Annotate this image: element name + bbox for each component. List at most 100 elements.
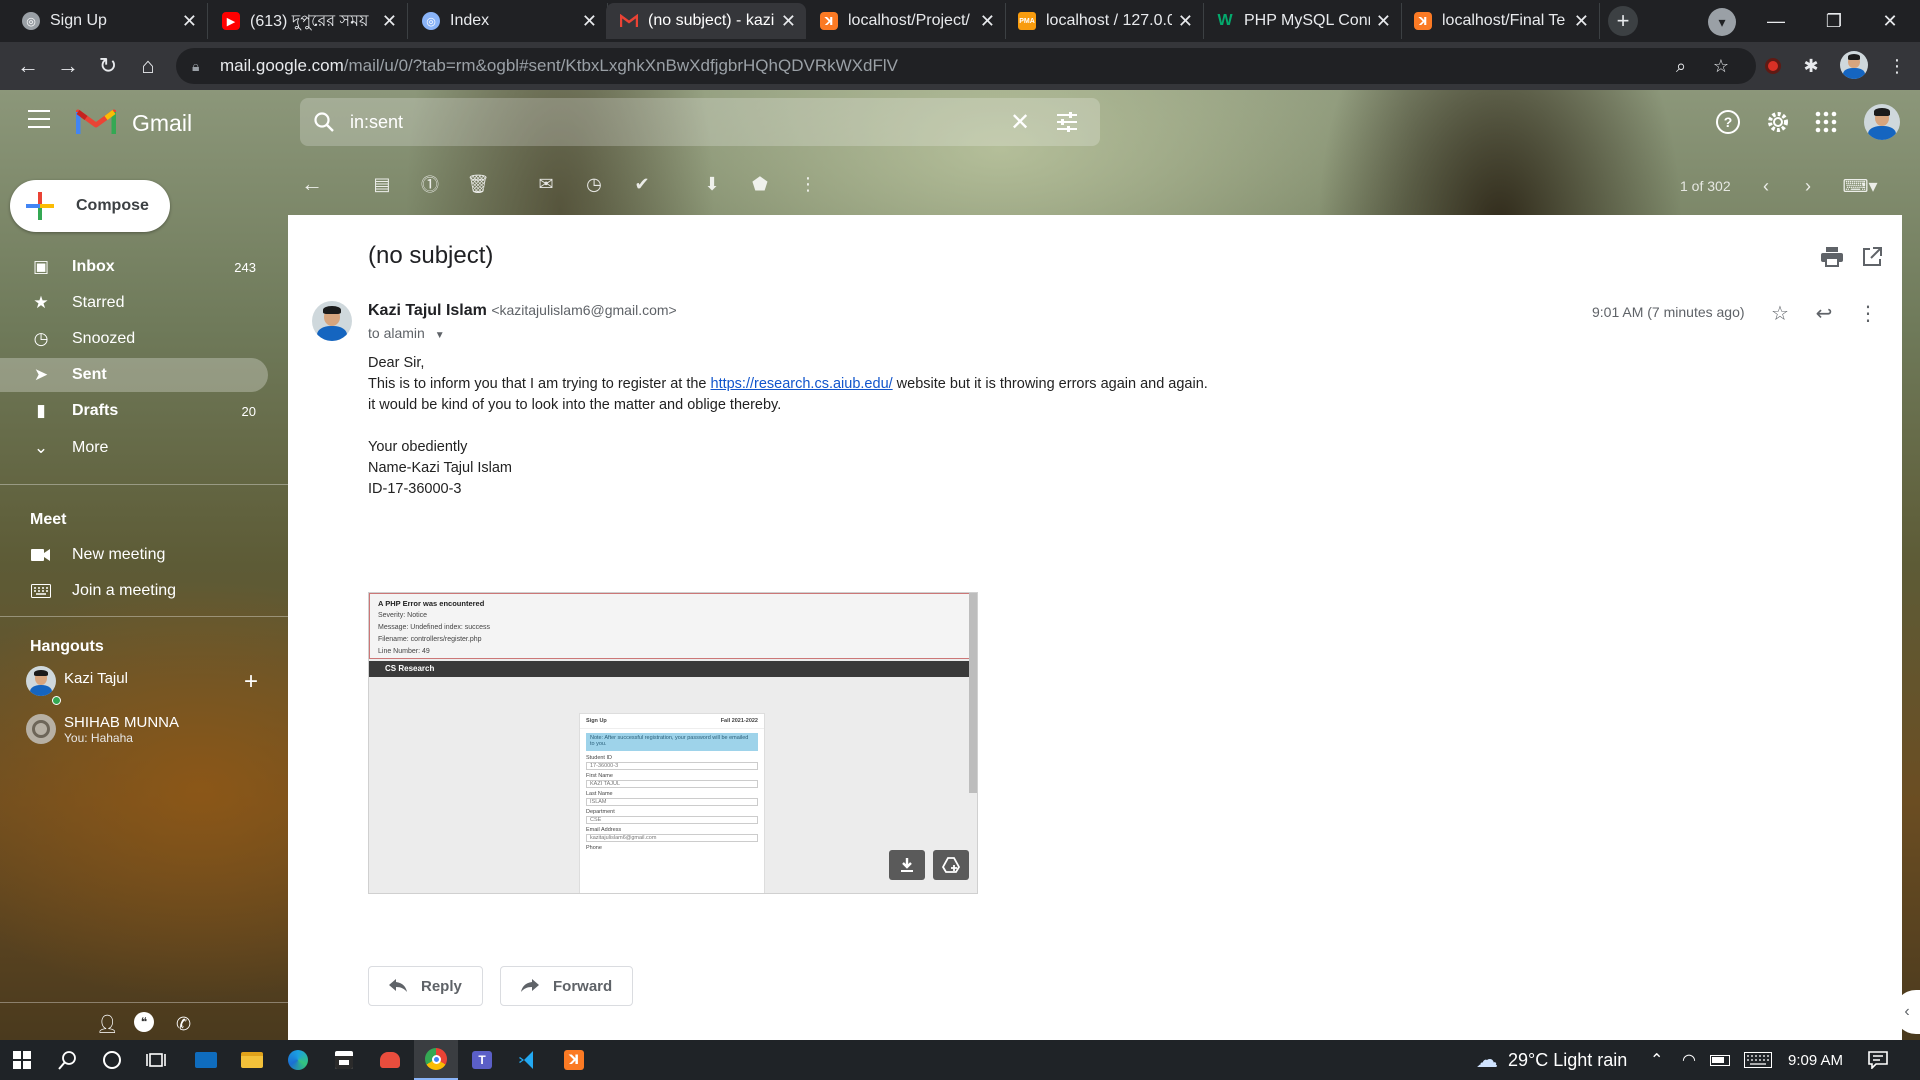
delete-icon[interactable]: 🗑︎ [466,172,490,196]
hangouts-contact[interactable]: Kazi Tajul [26,666,128,696]
new-tab-button[interactable]: + [1608,6,1638,36]
back-icon[interactable]: ← [14,52,42,80]
close-icon[interactable]: ✕ [980,11,995,32]
label-icon[interactable]: ⬟ [748,172,772,196]
bookmark-star-icon[interactable]: ☆ [1708,52,1734,80]
browser-tab[interactable]: ◎ Index ✕ [408,3,608,39]
sidebar-item-inbox[interactable]: ▣ Inbox 243 [0,250,268,284]
notifications-icon[interactable] [1868,1040,1888,1080]
browser-tab-active[interactable]: (no subject) - kazi ✕ [606,3,806,39]
window-close-icon[interactable]: ✕ [1870,6,1910,36]
archive-icon[interactable]: ▤ [370,172,394,196]
paint-app-icon[interactable] [368,1040,412,1080]
phone-icon[interactable]: ✆ [176,1014,191,1035]
browser-tab[interactable]: ▶ (613) দুপুরের সময় ✕ [208,3,408,39]
compose-button[interactable]: Compose [10,180,170,232]
show-details-caret-icon[interactable]: ▼ [435,330,445,341]
edge-icon[interactable] [276,1040,320,1080]
apps-grid-icon[interactable] [1812,108,1840,136]
browser-tab[interactable]: ꓘ localhost/Final Te ✕ [1400,3,1600,39]
zoom-icon[interactable]: ⌕ [1668,52,1694,80]
snooze-icon[interactable]: ◷ [582,172,606,196]
new-meeting-item[interactable]: New meeting [30,546,165,564]
open-new-window-icon[interactable] [1860,245,1884,269]
back-to-list-icon[interactable]: ← [300,171,324,196]
file-explorer-icon[interactable] [230,1040,274,1080]
battery-icon[interactable] [1710,1040,1730,1080]
teams-icon[interactable]: T [460,1040,504,1080]
more-vert-icon[interactable]: ⋮ [1856,301,1880,325]
browser-tab[interactable]: ◎ Sign Up ✕ [8,3,208,39]
vscode-icon[interactable] [506,1040,550,1080]
clear-search-icon[interactable]: ✕ [1006,108,1034,136]
more-vert-icon[interactable]: ⋮ [796,172,820,196]
inline-image-attachment[interactable]: A PHP Error was encountered Severity: No… [368,592,978,894]
support-icon[interactable]: ? [1714,108,1742,136]
close-icon[interactable]: ✕ [1574,11,1589,32]
report-spam-icon[interactable]: ⓵ [418,172,442,196]
close-icon[interactable]: ✕ [1178,11,1193,32]
xampp-taskbar-icon[interactable]: ꓘ [552,1040,596,1080]
close-icon[interactable]: ✕ [382,11,397,32]
join-meeting-item[interactable]: Join a meeting [30,582,176,600]
sidebar-item-sent[interactable]: ➤ Sent [0,358,268,392]
move-to-icon[interactable]: ⬇ [700,172,724,196]
show-hidden-icons-icon[interactable]: ⌃ [1650,1040,1663,1080]
gmail-logo-icon[interactable] [76,106,116,136]
research-site-link[interactable]: https://research.cs.aiub.edu/ [711,376,893,392]
browser-tab[interactable]: W PHP MySQL Conn ✕ [1202,3,1402,39]
settings-gear-icon[interactable] [1764,108,1792,136]
sidebar-item-snoozed[interactable]: ◷ Snoozed [0,322,268,356]
close-icon[interactable]: ✕ [582,11,597,32]
address-bar[interactable]: 🔒︎ mail.google.com/mail/u/0/?tab=rm&ogbl… [176,48,1756,84]
add-contact-plus-icon[interactable]: + [244,668,258,696]
clock-time[interactable]: 9:09 AM [1788,1040,1843,1080]
star-icon[interactable]: ☆ [1768,301,1792,325]
input-tools-keyboard-icon[interactable]: ⌨▾ [1840,174,1880,198]
task-view-icon[interactable] [134,1040,178,1080]
sidebar-item-drafts[interactable]: ▮ Drafts 20 [0,394,268,428]
forward-icon[interactable]: → [54,52,82,80]
save-to-drive-icon[interactable] [933,850,969,880]
sender-avatar[interactable] [312,301,352,341]
keyboard-language-icon[interactable] [1744,1040,1772,1080]
browser-menu-icon[interactable]: ⋮ [1884,52,1910,80]
reload-icon[interactable]: ↻ [94,52,122,80]
reply-button[interactable]: Reply [368,966,483,1006]
windows-start-icon[interactable] [0,1040,44,1080]
close-icon[interactable]: ✕ [1376,11,1391,32]
sidebar-item-starred[interactable]: ★ Starred [0,286,268,320]
hangouts-contact[interactable]: SHIHAB MUNNA You: Hahaha [26,714,179,745]
search-icon[interactable] [46,1040,90,1080]
hangouts-chat-icon[interactable]: ❝ [134,1012,154,1032]
browser-tab[interactable]: PMA localhost / 127.0.0 ✕ [1004,3,1204,39]
account-avatar[interactable] [1864,104,1900,140]
wifi-icon[interactable]: ◠ [1682,1040,1696,1080]
minimize-icon[interactable]: — [1756,6,1796,36]
profile-avatar[interactable] [1840,51,1868,79]
search-options-icon[interactable] [1054,110,1080,134]
sidebar-item-more[interactable]: ⌄ More [0,431,268,465]
store-icon[interactable] [322,1040,366,1080]
browser-tab[interactable]: ꓘ localhost/Project/ ✕ [806,3,1006,39]
mail-app-icon[interactable] [184,1040,228,1080]
print-icon[interactable] [1820,245,1844,269]
older-chevron-icon[interactable]: › [1796,174,1820,198]
restore-icon[interactable]: ❐ [1814,6,1854,36]
search-input[interactable] [350,110,990,134]
weather-widget[interactable]: ☁ 29°C Light rain [1476,1040,1627,1080]
main-menu-icon[interactable] [28,110,50,128]
home-icon[interactable]: ⌂ [134,52,162,80]
close-icon[interactable]: ✕ [182,11,197,32]
cortana-icon[interactable] [90,1040,134,1080]
newer-chevron-icon[interactable]: ‹ [1754,174,1778,198]
sender-name[interactable]: Kazi Tajul Islam [368,302,487,319]
forward-button[interactable]: Forward [500,966,634,1006]
download-icon[interactable] [889,850,925,880]
close-icon[interactable]: ✕ [781,11,796,32]
search-icon[interactable] [312,110,336,134]
extensions-puzzle-icon[interactable]: ✱ [1798,52,1824,80]
extension-record-icon[interactable] [1760,52,1786,80]
tab-search-icon[interactable]: ▾ [1708,8,1736,36]
recipients-line[interactable]: to alamin ▼ [368,325,445,341]
